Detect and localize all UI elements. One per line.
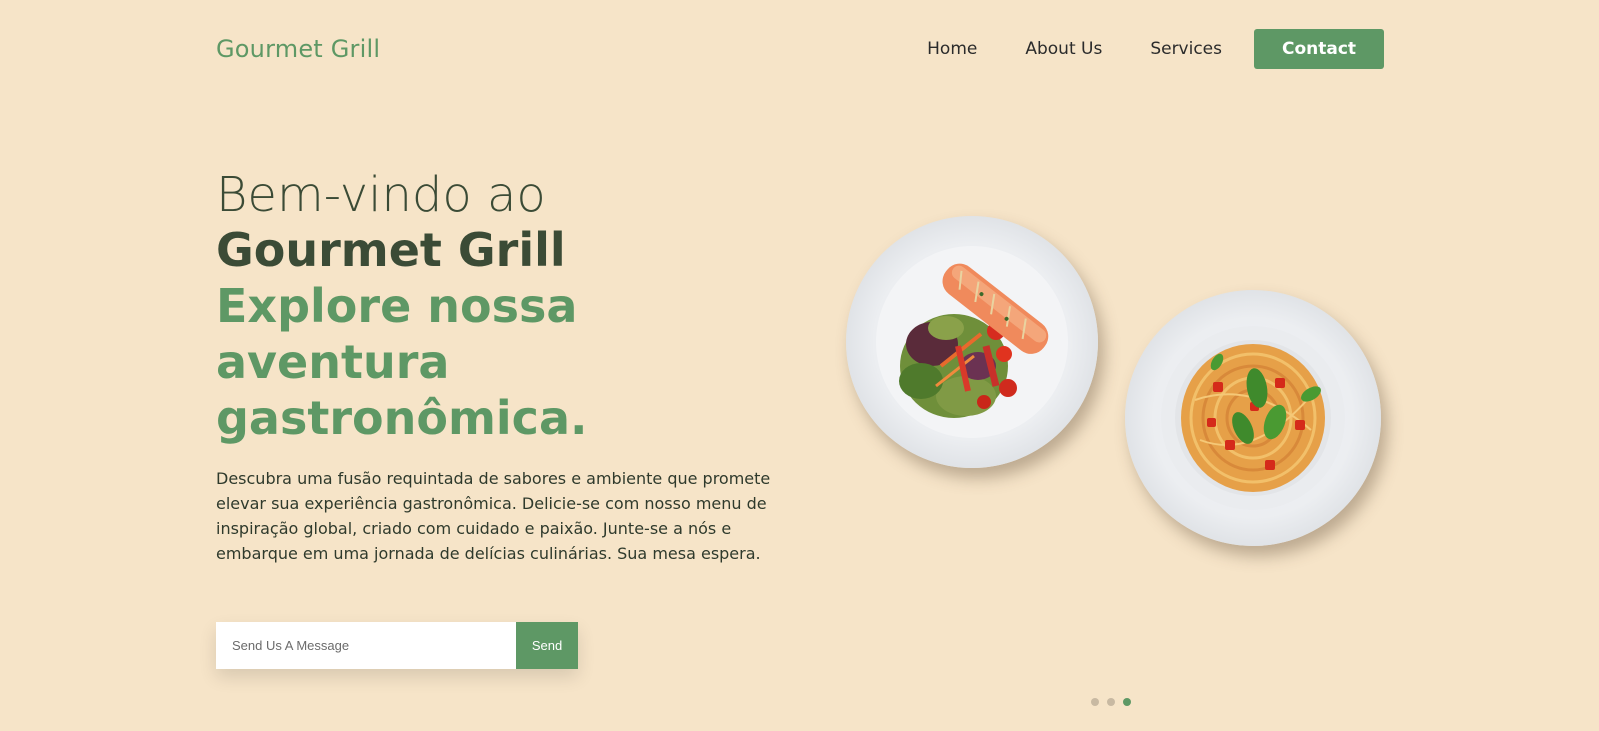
hero-section: Bem-vindo ao Gourmet Grill Explore nossa… — [216, 168, 776, 566]
carousel-dot-3[interactable] — [1123, 698, 1131, 706]
spaghetti-plate-image — [1125, 290, 1381, 546]
salmon-salad-illustration — [876, 246, 1068, 438]
carousel-dots — [1091, 698, 1131, 706]
site-logo[interactable]: Gourmet Grill — [216, 35, 380, 63]
send-button[interactable]: Send — [516, 622, 578, 669]
message-form: Send — [216, 622, 578, 669]
contact-button[interactable]: Contact — [1254, 29, 1384, 69]
salmon-salad-plate-image — [846, 216, 1098, 468]
spaghetti-noodles — [1181, 344, 1325, 492]
message-input[interactable] — [216, 622, 516, 669]
nav-link-services[interactable]: Services — [1150, 39, 1222, 59]
nav-links: Home About Us Services Contact — [927, 29, 1384, 69]
carousel-dot-1[interactable] — [1091, 698, 1099, 706]
navbar: Gourmet Grill Home About Us Services Con… — [216, 0, 1384, 98]
hero-heading: Bem-vindo ao Gourmet Grill Explore nossa… — [216, 168, 776, 446]
nav-link-about-us[interactable]: About Us — [1025, 39, 1102, 59]
nav-link-home[interactable]: Home — [927, 39, 977, 59]
hero-heading-brand: Gourmet Grill — [216, 223, 566, 277]
carousel-dot-2[interactable] — [1107, 698, 1115, 706]
hero-description: Descubra uma fusão requintada de sabores… — [216, 469, 771, 563]
hero-heading-tagline: Explore nossa aventura gastronômica. — [216, 279, 588, 445]
hero-heading-welcome: Bem-vindo ao — [216, 167, 546, 223]
spaghetti-illustration — [1161, 326, 1345, 510]
